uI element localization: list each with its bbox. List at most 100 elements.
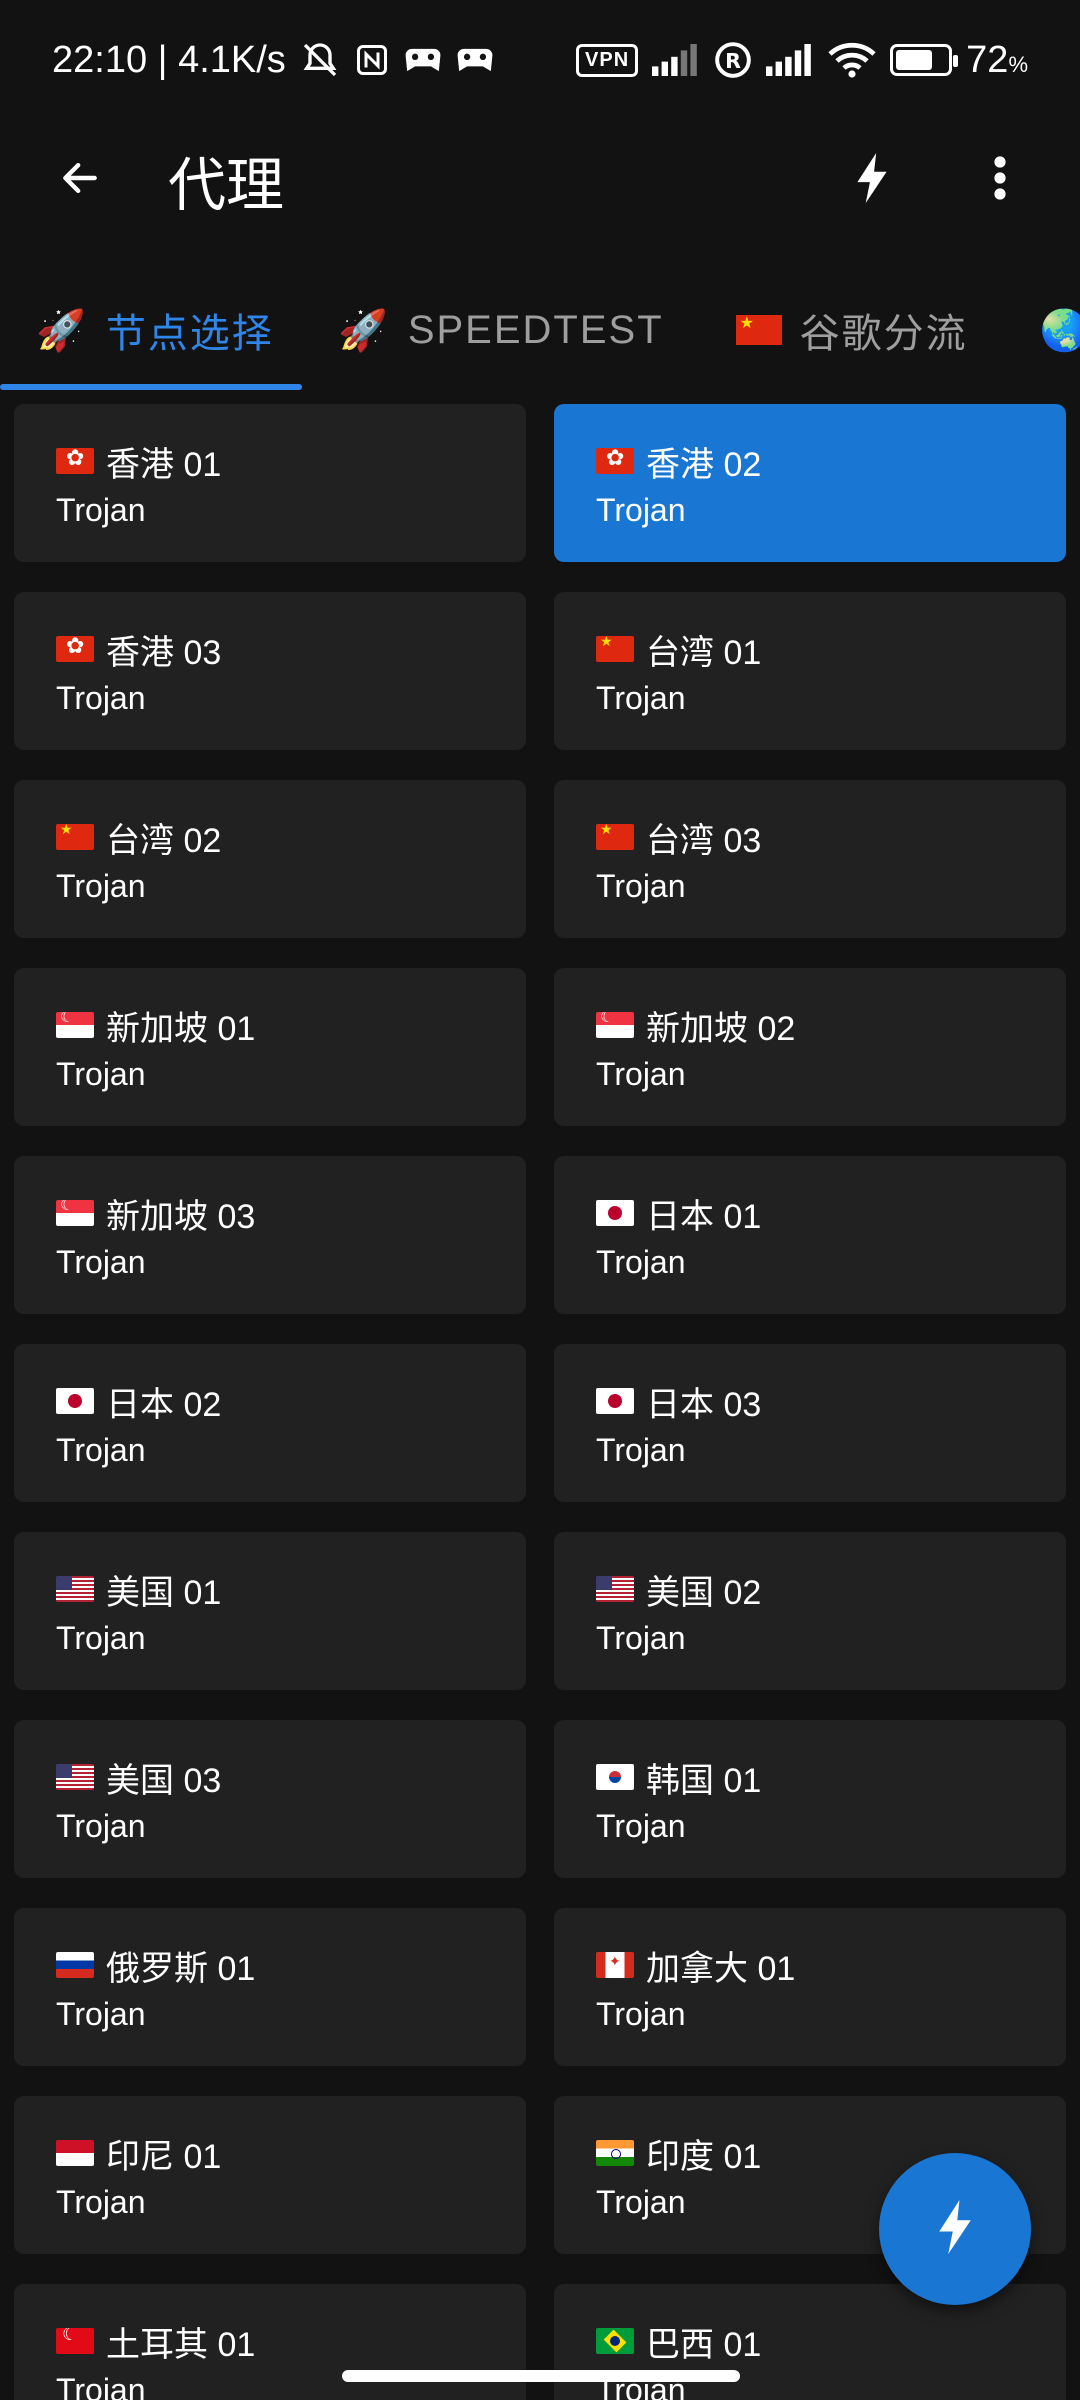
signal-icon <box>652 44 700 76</box>
more-options-button[interactable] <box>950 130 1050 230</box>
proxy-node-card[interactable]: 日本 02 Trojan <box>14 1344 526 1502</box>
proxy-node-card[interactable]: 新加坡 03 Trojan <box>14 1156 526 1314</box>
kr-flag-icon <box>596 1764 634 1790</box>
sg-flag-icon <box>56 1200 94 1226</box>
node-type: Trojan <box>596 1056 686 1092</box>
proxy-node-card[interactable]: 土耳其 01Trojan <box>14 2284 526 2400</box>
latency-test-fab[interactable] <box>879 2153 1031 2305</box>
proxy-node-card[interactable]: 新加坡 02 Trojan <box>554 968 1066 1126</box>
id-flag-icon <box>56 2140 94 2166</box>
node-name: 印度 01 <box>646 2137 762 2176</box>
node-name: 印尼 01 <box>106 2137 222 2176</box>
jp-flag-icon <box>56 1388 94 1414</box>
game-icon <box>456 45 494 75</box>
node-name: 俄罗斯 01 <box>106 1949 256 1988</box>
proxy-node-card[interactable]: 日本 01 Trojan <box>554 1156 1066 1314</box>
node-name-row: 日本 02 <box>56 1378 526 1424</box>
node-name-row: 香港 02 <box>596 438 1066 484</box>
proxy-node-card[interactable]: 香港 03 Trojan <box>14 592 526 750</box>
node-name-row: 美国 03 <box>56 1754 526 1800</box>
node-name: 日本 01 <box>646 1197 762 1236</box>
node-type: Trojan <box>596 1432 686 1468</box>
proxy-node-card[interactable]: 新加坡 01 Trojan <box>14 968 526 1126</box>
status-bar: 22:10 | 4.1K/s VPN R 72% <box>0 0 1080 120</box>
node-type: Trojan <box>596 1620 686 1656</box>
node-type: Trojan <box>596 1244 686 1280</box>
node-name: 台湾 01 <box>646 633 762 672</box>
tab-google[interactable]: 谷歌分流 <box>700 270 1004 390</box>
node-name: 新加坡 03 <box>106 1197 256 1236</box>
node-name-row: 加拿大 01 <box>596 1942 1066 1988</box>
sg-flag-icon <box>596 1012 634 1038</box>
vpn-badge: VPN <box>576 43 639 77</box>
proxy-node-card[interactable]: 台湾 01 Trojan <box>554 592 1066 750</box>
node-name-row: 日本 01 <box>596 1190 1066 1236</box>
tab-global[interactable]: 🌏 <box>1004 270 1080 390</box>
globe-icon: 🌏 <box>1039 308 1080 353</box>
proxy-node-grid: 香港 01 Trojan 香港 02 Trojan 香港 03 Trojan 台湾 01 Tr… <box>14 404 1066 2400</box>
node-name: 巴西 01 <box>646 2325 762 2364</box>
battery-icon <box>890 44 959 76</box>
node-type: Trojan <box>56 1244 146 1280</box>
proxy-node-card[interactable]: 日本 03 Trojan <box>554 1344 1066 1502</box>
node-type: Trojan <box>596 868 686 904</box>
battery-percent: 72% <box>966 38 1028 81</box>
proxy-node-card[interactable]: 美国 03 Trojan <box>14 1720 526 1878</box>
br-flag-icon <box>596 2328 634 2354</box>
tab-speedtest[interactable]: 🚀 SPEEDTEST <box>302 270 700 390</box>
jp-flag-icon <box>596 1200 634 1226</box>
signal-icon <box>766 44 814 76</box>
status-time-speed: 22:10 | 4.1K/s <box>52 38 286 81</box>
node-name: 日本 02 <box>106 1385 222 1424</box>
us-flag-icon <box>56 1764 94 1790</box>
proxy-node-card[interactable]: 美国 01 Trojan <box>14 1532 526 1690</box>
tab-node-select[interactable]: 🚀 节点选择 <box>0 270 302 390</box>
node-type: Trojan <box>596 680 686 716</box>
lightning-icon <box>937 2199 973 2259</box>
proxy-node-card[interactable]: 俄罗斯 01 Trojan <box>14 1908 526 2066</box>
wifi-icon <box>828 42 876 78</box>
proxy-node-card[interactable]: 香港 02 Trojan <box>554 404 1066 562</box>
node-name-row: 美国 01 <box>56 1566 526 1612</box>
us-flag-icon <box>56 1576 94 1602</box>
proxy-group-tabs: 🚀 节点选择 🚀 SPEEDTEST 谷歌分流 🌏 <box>0 270 1080 390</box>
proxy-node-card[interactable]: 台湾 02 Trojan <box>14 780 526 938</box>
proxy-node-card[interactable]: 加拿大 01 Trojan <box>554 1908 1066 2066</box>
proxy-node-card[interactable]: 香港 01 Trojan <box>14 404 526 562</box>
hk-flag-icon <box>56 448 94 474</box>
hk-flag-icon <box>56 636 94 662</box>
proxy-node-card[interactable]: 美国 02 Trojan <box>554 1532 1066 1690</box>
node-name: 加拿大 01 <box>646 1949 796 1988</box>
node-name-row: 美国 02 <box>596 1566 1066 1612</box>
lightning-icon <box>855 152 889 208</box>
battery-fill <box>896 50 933 70</box>
app-screen: 22:10 | 4.1K/s VPN R 72% 代理 🚀 节点选择 🚀 SPE… <box>0 0 1080 2400</box>
node-name-row: 新加坡 03 <box>56 1190 526 1236</box>
node-name: 韩国 01 <box>646 1761 762 1800</box>
node-type: Trojan <box>56 1620 146 1656</box>
sg-flag-icon <box>56 1012 94 1038</box>
node-type: Trojan <box>56 492 146 528</box>
proxy-node-card[interactable]: 台湾 03 Trojan <box>554 780 1066 938</box>
gesture-nav-handle[interactable] <box>342 2370 740 2382</box>
rocket-icon: 🚀 <box>36 308 88 353</box>
node-name-row: 韩国 01 <box>596 1754 1066 1800</box>
node-name: 台湾 03 <box>646 821 762 860</box>
node-type: Trojan <box>596 1996 686 2032</box>
app-bar: 代理 <box>0 120 1080 240</box>
cn-flag-icon <box>596 824 634 850</box>
more-vert-icon <box>994 155 1006 205</box>
china-flag-icon <box>735 313 782 345</box>
node-type: Trojan <box>56 868 146 904</box>
proxy-node-card[interactable]: 巴西 01 Trojan <box>554 2284 1066 2400</box>
jp-flag-icon <box>596 1388 634 1414</box>
node-name-row: 俄罗斯 01 <box>56 1942 526 1988</box>
node-type: Trojan <box>56 1056 146 1092</box>
node-name: 美国 01 <box>106 1573 222 1612</box>
ru-flag-icon <box>56 1952 94 1978</box>
proxy-node-card[interactable]: 韩国 01 Trojan <box>554 1720 1066 1878</box>
test-latency-button[interactable] <box>822 130 922 230</box>
tab-label: SPEEDTEST <box>407 307 664 352</box>
back-button[interactable] <box>30 130 130 230</box>
proxy-node-card[interactable]: 印尼 01 Trojan <box>14 2096 526 2254</box>
